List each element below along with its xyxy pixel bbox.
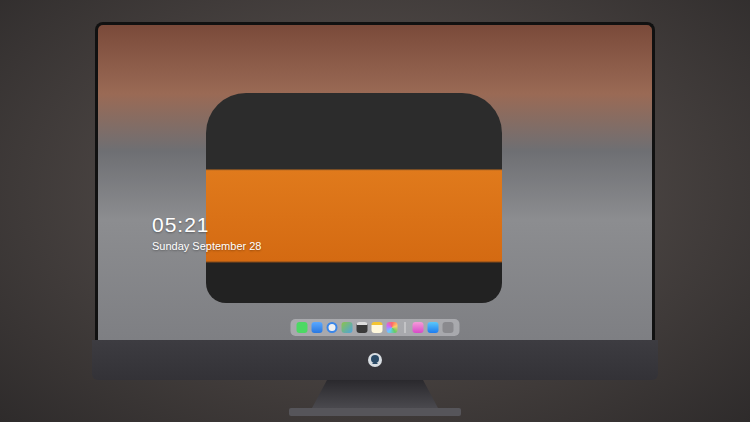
mail-icon[interactable] (312, 322, 323, 333)
photos-icon[interactable] (387, 322, 398, 333)
monitor-chin (92, 340, 658, 380)
monitor-screen: 05:21 Sunday September 28 (95, 22, 655, 340)
notes-icon[interactable] (372, 322, 383, 333)
date: Sunday September 28 (152, 240, 261, 253)
messages-icon[interactable] (297, 322, 308, 333)
dock-separator (405, 322, 406, 333)
maps-icon[interactable] (342, 322, 353, 333)
safari-icon[interactable] (327, 322, 338, 333)
music-icon[interactable] (413, 322, 424, 333)
monitor-base (289, 408, 461, 416)
camera-icon[interactable] (443, 322, 454, 333)
lock-overlay: 05:21 Sunday September 28 (152, 213, 261, 253)
wallpaper-photo (206, 93, 502, 303)
appstore-icon[interactable] (428, 322, 439, 333)
video-icon[interactable] (357, 322, 368, 333)
brand-logo-icon (367, 352, 383, 368)
monitor-stand (300, 380, 450, 408)
dock (291, 319, 460, 336)
clock: 05:21 (152, 213, 261, 236)
